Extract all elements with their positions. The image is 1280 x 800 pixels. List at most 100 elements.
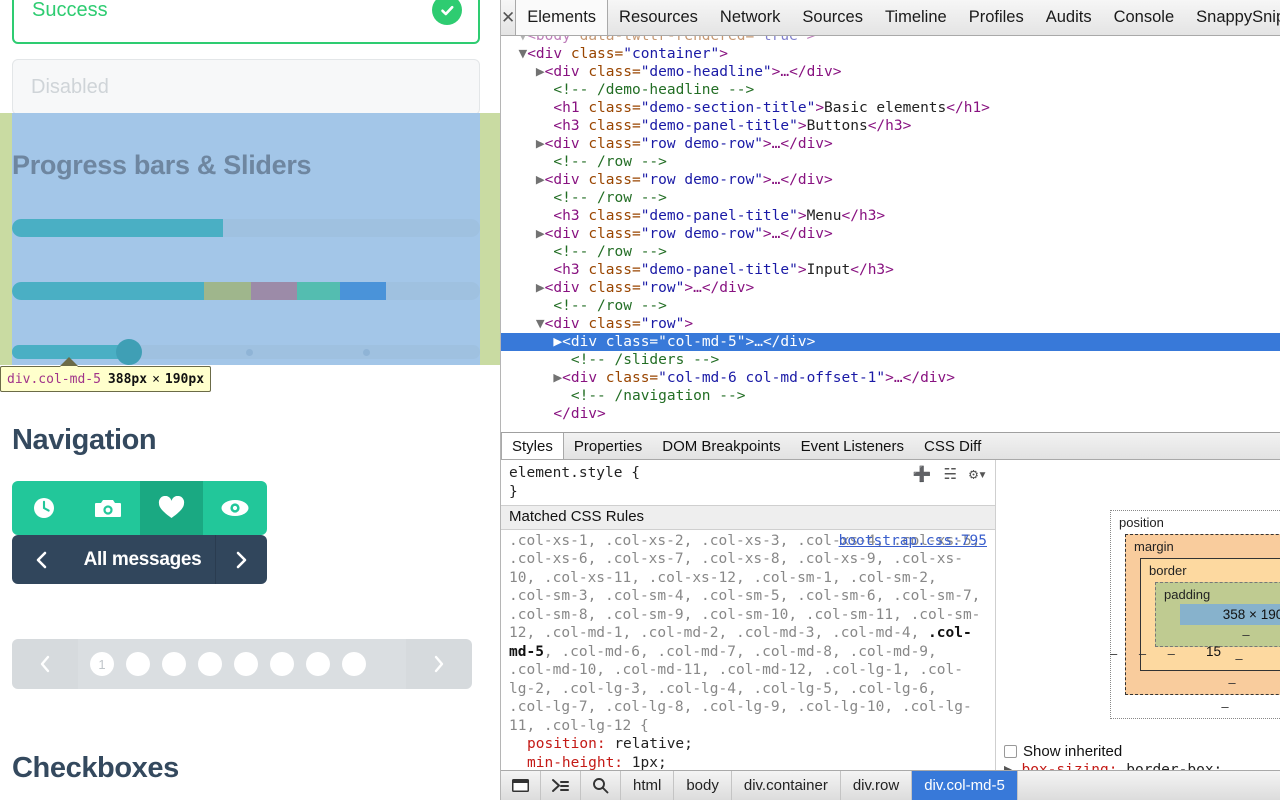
styles-tab-styles[interactable]: Styles <box>501 433 564 459</box>
icon-nav-item-eye[interactable] <box>203 481 267 535</box>
dom-node[interactable]: <!-- /navigation --> <box>501 387 1280 405</box>
rendered-webpage: Success Disabled Progress bars & Sliders <box>0 0 500 800</box>
pagination-page[interactable] <box>126 652 150 676</box>
dom-token: <div <box>544 136 589 152</box>
dom-node[interactable]: ▶<div class="row demo-row">…</div> <box>501 171 1280 189</box>
dom-node[interactable]: ▶<div class="demo-headline">…</div> <box>501 63 1280 81</box>
pagination-page[interactable] <box>162 652 186 676</box>
dom-token: <h1 <box>553 100 589 116</box>
dom-token: class= <box>588 172 641 188</box>
dom-node[interactable]: <h3 class="demo-panel-title">Buttons</h3… <box>501 117 1280 135</box>
collapse-triangle-icon[interactable]: ▼ <box>536 316 545 332</box>
slider-handle[interactable] <box>116 339 142 365</box>
styles-tab-properties[interactable]: Properties <box>564 433 652 459</box>
dom-node[interactable]: <h3 class="demo-panel-title">Menu</h3> <box>501 207 1280 225</box>
css-declaration[interactable]: position: relative; <box>501 735 995 754</box>
pagination-prev-button[interactable] <box>12 639 78 689</box>
dom-node[interactable]: ▼<body data-twttr-rendered="true"> <box>501 36 1280 45</box>
messages-navigation-bar: All messages <box>12 535 267 584</box>
dom-node[interactable]: <!-- /row --> <box>501 243 1280 261</box>
devtools-tab-snappysnippet[interactable]: SnappySnippet <box>1185 0 1280 35</box>
box-model-position[interactable]: position– margin– border– padding– 358 ×… <box>1110 510 1280 719</box>
css-declaration[interactable]: min-height: 1px; <box>501 754 995 772</box>
dom-node[interactable]: <!-- /row --> <box>501 297 1280 315</box>
expand-triangle-icon[interactable]: ▶ <box>536 226 545 242</box>
dom-node[interactable]: ▼<div class="container"> <box>501 45 1280 63</box>
slider-track[interactable] <box>12 339 480 365</box>
dom-node[interactable]: ▶<div class="col-md-5">…</div> <box>501 333 1280 351</box>
dom-node[interactable]: <!-- /row --> <box>501 153 1280 171</box>
dom-node[interactable]: ▶<div class="row demo-row">…</div> <box>501 225 1280 243</box>
matched-css-rules-header: Matched CSS Rules <box>501 505 995 530</box>
pagination-page[interactable]: 1 <box>90 652 114 676</box>
expand-triangle-icon[interactable]: ▶ <box>536 172 545 188</box>
show-inherited-checkbox[interactable] <box>1004 745 1017 758</box>
box-model-padding-left[interactable]: 15 <box>1206 644 1221 659</box>
breadcrumb-item[interactable]: html <box>621 771 675 800</box>
collapse-triangle-icon[interactable]: ▼ <box>518 46 527 62</box>
styles-tab-dom-breakpoints[interactable]: DOM Breakpoints <box>652 433 790 459</box>
box-model-padding[interactable]: padding– 358 × 190 – <box>1155 582 1280 647</box>
devtools-tab-profiles[interactable]: Profiles <box>958 0 1035 35</box>
pagination-page[interactable] <box>270 652 294 676</box>
select-element-icon[interactable]: ☵ <box>943 465 956 484</box>
box-model-border-label: border <box>1149 563 1187 578</box>
pagination-page[interactable] <box>342 652 366 676</box>
dom-node[interactable]: ▼<div class="row"> <box>501 315 1280 333</box>
disabled-input: Disabled <box>12 59 480 115</box>
devtools-tab-resources[interactable]: Resources <box>608 0 709 35</box>
search-icon[interactable] <box>581 771 621 800</box>
dom-node[interactable]: <!-- /row --> <box>501 189 1280 207</box>
breadcrumb-item[interactable]: div.col-md-5 <box>912 771 1018 800</box>
icon-nav-item-clock[interactable] <box>12 481 76 535</box>
pagination-page[interactable] <box>198 652 222 676</box>
close-icon[interactable]: ✕ <box>501 0 515 35</box>
messages-next-button[interactable] <box>215 535 267 584</box>
devtools-tab-elements[interactable]: Elements <box>515 0 609 35</box>
breadcrumb-item[interactable]: div.container <box>732 771 841 800</box>
progress-segment <box>297 282 340 300</box>
styles-tab-css-diff[interactable]: CSS Diff <box>914 433 991 459</box>
pagination-page[interactable] <box>306 652 330 676</box>
expand-triangle-icon[interactable]: ▶ <box>553 370 562 386</box>
messages-prev-button[interactable] <box>12 535 70 584</box>
styles-tab-event-listeners[interactable]: Event Listeners <box>791 433 914 459</box>
dom-node[interactable]: ▶<div class="row">…</div> <box>501 279 1280 297</box>
icon-nav-item-camera[interactable] <box>75 481 140 535</box>
dom-tree[interactable]: ▼<body data-twttr-rendered="true"> ▼<div… <box>501 36 1280 432</box>
dom-node[interactable]: <!-- /sliders --> <box>501 351 1280 369</box>
progress-bar-stacked <box>12 282 480 300</box>
dock-icon[interactable] <box>501 771 541 800</box>
box-model-content-size[interactable]: 358 × 190 <box>1180 604 1280 625</box>
dom-node[interactable]: </div> <box>501 405 1280 423</box>
dom-node[interactable]: ▶<div class="col-md-6 col-md-offset-1">…… <box>501 369 1280 387</box>
dom-node[interactable]: ▶<div class="row demo-row">…</div> <box>501 135 1280 153</box>
pagination-next-button[interactable] <box>406 639 472 689</box>
devtools-tab-audits[interactable]: Audits <box>1035 0 1103 35</box>
expand-triangle-icon[interactable]: ▶ <box>536 280 545 296</box>
console-drawer-icon[interactable] <box>541 771 581 800</box>
success-input[interactable]: Success <box>12 0 480 44</box>
css-rule-source-link[interactable]: bootstrap.css:795 <box>839 532 987 551</box>
icon-nav-item-heart[interactable] <box>139 481 204 535</box>
devtools-tab-console[interactable]: Console <box>1103 0 1186 35</box>
dom-node[interactable]: <!-- /demo-headline --> <box>501 81 1280 99</box>
devtools-tab-sources[interactable]: Sources <box>791 0 874 35</box>
devtools-tab-timeline[interactable]: Timeline <box>874 0 958 35</box>
expand-triangle-icon[interactable]: ▶ <box>553 334 562 350</box>
expand-triangle-icon[interactable]: ▶ <box>536 64 545 80</box>
dom-token: <div <box>544 316 589 332</box>
box-model-margin[interactable]: margin– border– padding– 358 × 190 – – <box>1125 534 1280 695</box>
breadcrumb-item[interactable]: div.row <box>841 771 913 800</box>
pagination-pages: 1 <box>78 639 406 689</box>
gear-icon[interactable]: ⚙▾ <box>969 465 987 484</box>
devtools-tab-network[interactable]: Network <box>709 0 792 35</box>
pagination-page[interactable] <box>234 652 258 676</box>
collapse-triangle-icon[interactable]: ▼ <box>518 36 527 44</box>
dom-node[interactable]: <h1 class="demo-section-title">Basic ele… <box>501 99 1280 117</box>
breadcrumb-item[interactable]: body <box>674 771 732 800</box>
dom-token: <!-- /row --> <box>553 244 667 260</box>
plus-icon[interactable]: ➕ <box>913 465 932 484</box>
expand-triangle-icon[interactable]: ▶ <box>536 136 545 152</box>
dom-node[interactable]: <h3 class="demo-panel-title">Input</h3> <box>501 261 1280 279</box>
